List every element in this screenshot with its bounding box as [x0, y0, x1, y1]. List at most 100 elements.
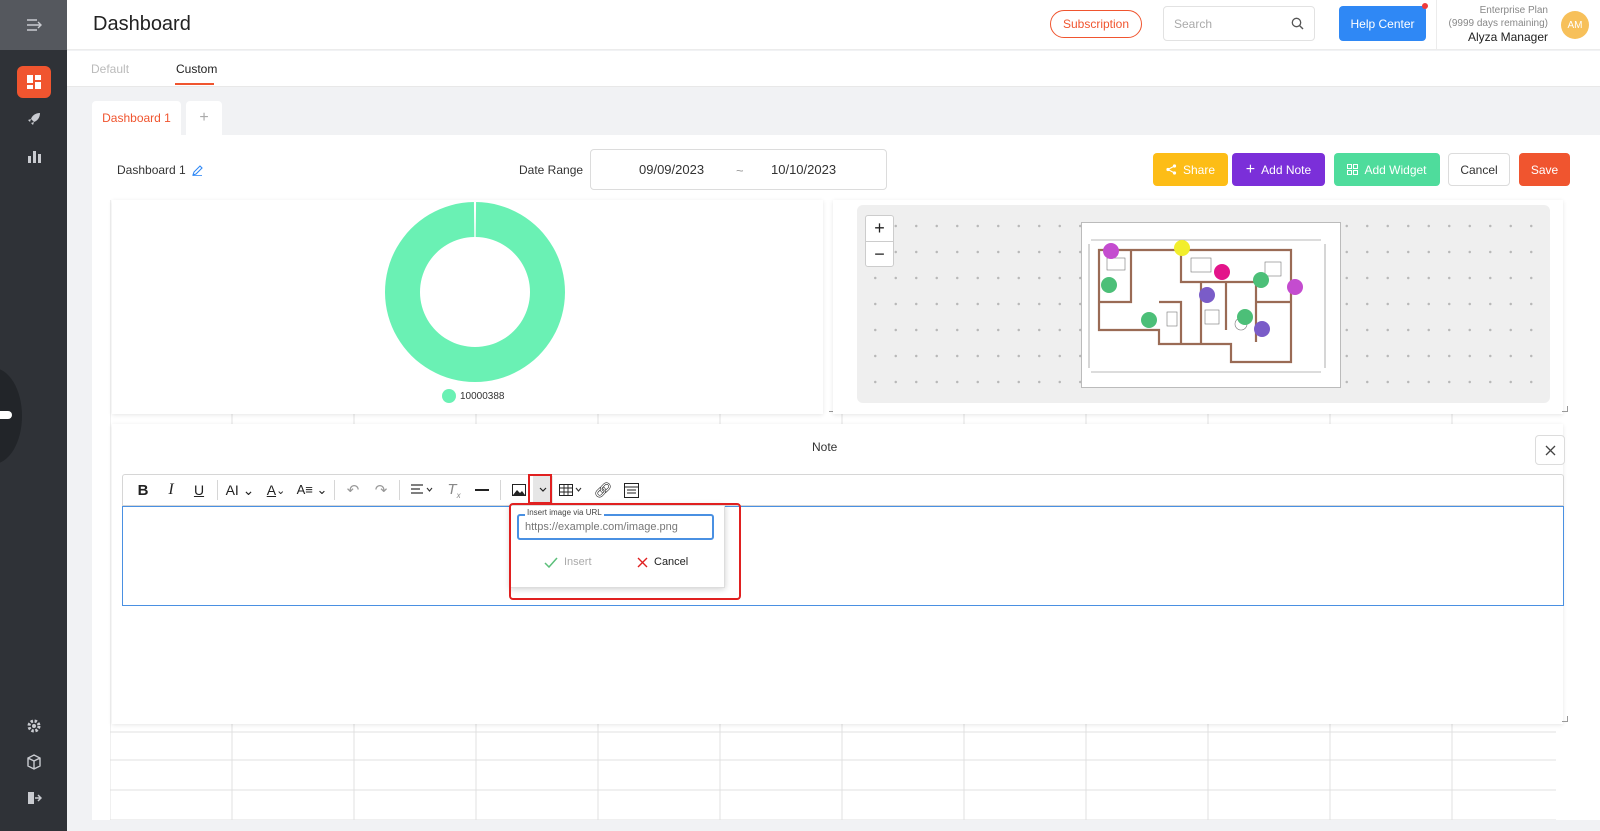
avatar[interactable]: AM — [1561, 11, 1589, 39]
map-marker[interactable] — [1174, 240, 1190, 256]
grid-icon — [1347, 164, 1359, 175]
insert-link-button[interactable]: 🔗︎ — [589, 476, 617, 504]
share-label: Share — [1182, 162, 1216, 177]
map-markers — [1101, 240, 1303, 337]
top-header: Dashboard Subscription Help Center Enter… — [67, 0, 1600, 50]
font-size-icon: AI ⌄ — [225, 481, 255, 498]
date-start[interactable]: 09/09/2023 — [639, 162, 704, 177]
user-name[interactable]: Alyza Manager — [1449, 31, 1548, 44]
donut-slice[interactable] — [385, 202, 565, 382]
subscription-button[interactable]: Subscription — [1050, 10, 1142, 38]
map-marker[interactable] — [1101, 277, 1117, 293]
image-icon — [512, 484, 526, 496]
map-marker[interactable] — [1103, 243, 1119, 259]
add-widget-button[interactable]: Add Widget — [1334, 153, 1440, 186]
date-end[interactable]: 10/10/2023 — [771, 162, 836, 177]
tab-default[interactable]: Default — [91, 62, 129, 76]
dashboard-name-label: Dashboard 1 — [117, 163, 186, 177]
logout-icon — [28, 792, 42, 804]
search-icon[interactable] — [1291, 17, 1304, 30]
map-marker[interactable] — [1141, 312, 1157, 328]
legend-swatch — [442, 389, 456, 403]
pencil-icon[interactable] — [191, 164, 203, 176]
bar-chart-icon — [28, 151, 41, 163]
share-button[interactable]: Share — [1153, 153, 1228, 186]
plus-icon: + — [1245, 160, 1256, 178]
horizontal-line-icon — [475, 489, 489, 491]
bold-button[interactable]: B — [129, 476, 157, 504]
clear-format-icon: Tx — [447, 480, 461, 500]
help-center-button[interactable]: Help Center — [1339, 6, 1426, 41]
date-separator: ~ — [736, 163, 744, 178]
gear-icon — [27, 719, 41, 733]
drawer-handle-grip — [0, 411, 12, 419]
map-marker[interactable] — [1253, 272, 1269, 288]
map-marker[interactable] — [1214, 264, 1230, 280]
toolbar-separator — [217, 480, 218, 500]
align-button[interactable] — [404, 476, 440, 504]
data-table-icon — [623, 482, 639, 498]
notification-dot — [1422, 3, 1428, 9]
donut-chart — [385, 202, 565, 382]
date-range-picker[interactable]: 09/09/2023 ~ 10/10/2023 — [590, 149, 887, 190]
note-title: Note — [812, 440, 838, 454]
plan-name: Enterprise Plan — [1479, 5, 1548, 16]
paragraph-style-button[interactable]: A≡ ⌄ — [294, 476, 330, 504]
sidebar-item-settings[interactable] — [17, 710, 51, 742]
sidebar-toggle[interactable] — [0, 0, 67, 50]
map-marker[interactable] — [1254, 321, 1270, 337]
redo-button[interactable]: ↷ — [367, 476, 395, 504]
save-button[interactable]: Save — [1519, 153, 1570, 186]
close-icon — [1545, 445, 1555, 455]
chart-legend: 10000388 — [442, 389, 505, 403]
date-range-label: Date Range — [519, 163, 584, 177]
add-widget-label: Add Widget — [1364, 162, 1427, 177]
map-marker[interactable] — [1237, 309, 1253, 325]
clear-format-button[interactable]: Tx — [440, 476, 468, 504]
map-zoom-control: + − — [865, 215, 894, 267]
underline-icon: U — [193, 482, 205, 498]
sidebar-item-launch[interactable] — [17, 103, 51, 135]
dashboard-name: Dashboard 1 — [117, 163, 203, 177]
page-title: Dashboard — [93, 13, 191, 35]
share-icon — [1166, 164, 1177, 175]
search-box — [1163, 6, 1315, 41]
tab-dashboard-1[interactable]: Dashboard 1 — [92, 101, 181, 135]
toolbar-separator — [334, 480, 335, 500]
map-marker[interactable] — [1287, 279, 1303, 295]
active-tab-indicator — [175, 83, 214, 85]
insert-table-button[interactable] — [553, 476, 589, 504]
horizontal-rule-button[interactable] — [468, 476, 496, 504]
italic-button[interactable]: I — [157, 476, 185, 504]
zoom-in-button[interactable]: + — [866, 216, 893, 241]
add-note-button[interactable]: + Add Note — [1232, 153, 1325, 186]
sidebar-item-logout[interactable] — [17, 782, 51, 814]
resize-handle[interactable] — [1562, 406, 1568, 412]
dashboard-icon — [27, 75, 41, 89]
sidebar-item-analytics[interactable] — [17, 140, 51, 172]
tab-custom[interactable]: Custom — [176, 62, 217, 76]
zoom-out-button[interactable]: − — [866, 241, 893, 266]
search-input[interactable] — [1174, 16, 1291, 31]
resize-handle[interactable] — [1562, 716, 1568, 722]
insert-datatable-button[interactable] — [617, 476, 645, 504]
bold-icon: B — [137, 481, 149, 499]
font-color-button[interactable]: A ⌄ — [258, 476, 294, 504]
align-left-icon — [411, 484, 433, 494]
undo-button[interactable]: ↶ — [339, 476, 367, 504]
sidebar-item-dashboard[interactable] — [17, 66, 51, 98]
redo-icon: ↷ — [374, 482, 388, 499]
note-editor[interactable] — [122, 506, 1564, 606]
cancel-button[interactable]: Cancel — [1448, 153, 1510, 186]
add-dashboard-tab-button[interactable]: + — [186, 101, 222, 135]
cube-icon — [27, 754, 41, 770]
close-note-button[interactable] — [1535, 435, 1565, 465]
rich-text-toolbar: B I U AI ⌄ A ⌄ A≡ ⌄ ↶ ↷ Tx 🔗︎ — [122, 474, 1564, 506]
font-size-button[interactable]: AI ⌄ — [222, 476, 258, 504]
map-marker[interactable] — [1199, 287, 1215, 303]
underline-button[interactable]: U — [185, 476, 213, 504]
legend-label: 10000388 — [460, 390, 505, 402]
sidebar-item-packages[interactable] — [17, 746, 51, 778]
rocket-icon — [28, 113, 40, 125]
italic-icon: I — [168, 481, 174, 498]
